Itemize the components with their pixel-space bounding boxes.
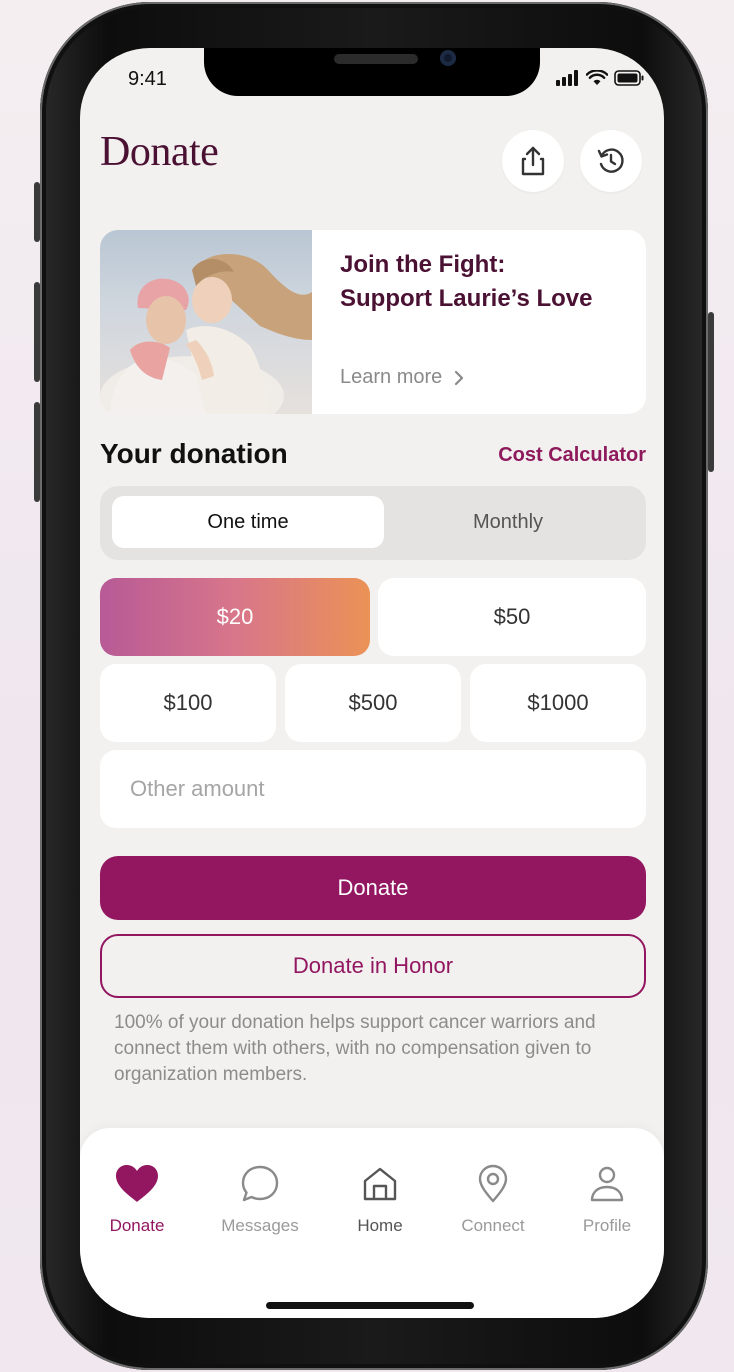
wifi-icon — [586, 70, 608, 85]
tab-label-donate: Donate — [109, 1216, 165, 1235]
app-screen: 9:41 Donate Join the Fight: Support Laur… — [80, 48, 664, 1318]
tab-messages[interactable]: Messages — [205, 1164, 315, 1236]
share-icon — [521, 146, 545, 176]
amount-500-button[interactable]: $500 — [285, 664, 461, 742]
status-time: 9:41 — [128, 68, 167, 90]
tab-connect[interactable]: Connect — [438, 1164, 548, 1236]
mute-switch — [34, 182, 40, 242]
promo-photo-illustration — [100, 253, 312, 414]
share-button[interactable] — [502, 130, 564, 192]
tab-bar: Donate Messages Home Connect Profile — [80, 1128, 664, 1318]
donate-button[interactable]: Donate — [100, 856, 646, 920]
tab-profile[interactable]: Profile — [552, 1164, 662, 1236]
amount-1000-button[interactable]: $1000 — [470, 664, 646, 742]
tab-home[interactable]: Home — [325, 1164, 435, 1236]
promo-title-line2: Support Laurie’s Love — [340, 285, 593, 312]
frequency-option-one-time[interactable]: One time — [112, 496, 384, 548]
tab-label-home: Home — [357, 1216, 403, 1235]
promo-title-line1: Join the Fight: — [340, 251, 506, 278]
power-button — [708, 312, 714, 472]
other-amount-field — [100, 750, 660, 828]
notch — [204, 48, 540, 96]
front-camera — [440, 50, 456, 66]
person-icon — [590, 1166, 624, 1202]
promo-photo — [100, 230, 312, 414]
status-icons — [556, 70, 644, 86]
other-amount-input[interactable] — [100, 750, 660, 828]
donate-in-honor-button[interactable]: Donate in Honor — [100, 934, 646, 998]
frequency-toggle: One time Monthly — [100, 486, 646, 560]
home-indicator — [266, 1302, 474, 1309]
tab-label-connect: Connect — [461, 1216, 525, 1235]
battery-icon — [614, 70, 644, 86]
tab-label-messages: Messages — [221, 1216, 299, 1235]
frequency-option-monthly[interactable]: Monthly — [372, 496, 644, 548]
donation-disclaimer: 100% of your donation helps support canc… — [114, 1012, 596, 1085]
amount-50-button[interactable]: $50 — [378, 578, 646, 656]
heart-icon — [116, 1165, 158, 1202]
page-title: Donate — [100, 129, 219, 175]
chevron-right-icon — [455, 370, 464, 385]
volume-down-button — [34, 402, 40, 502]
your-donation-heading: Your donation — [100, 438, 288, 469]
volume-up-button — [34, 282, 40, 382]
signal-icon — [556, 70, 578, 86]
promo-title: Join the Fight: Support Laurie’s Love — [340, 248, 592, 316]
chat-bubble-icon — [241, 1165, 279, 1202]
tab-donate[interactable]: Donate — [82, 1164, 192, 1236]
learn-more-label: Learn more — [340, 366, 443, 388]
learn-more-link[interactable]: Learn more — [340, 366, 464, 389]
home-icon — [363, 1167, 397, 1201]
history-button[interactable] — [580, 130, 642, 192]
cost-calculator-link[interactable]: Cost Calculator — [498, 444, 646, 467]
promo-card[interactable]: Join the Fight: Support Laurie’s Love Le… — [100, 230, 646, 414]
location-pin-icon — [478, 1164, 508, 1203]
amount-100-button[interactable]: $100 — [100, 664, 276, 742]
amount-20-button[interactable]: $20 — [100, 578, 370, 656]
history-icon — [597, 148, 624, 173]
speaker-grille — [334, 54, 418, 64]
tab-label-profile: Profile — [582, 1216, 632, 1235]
